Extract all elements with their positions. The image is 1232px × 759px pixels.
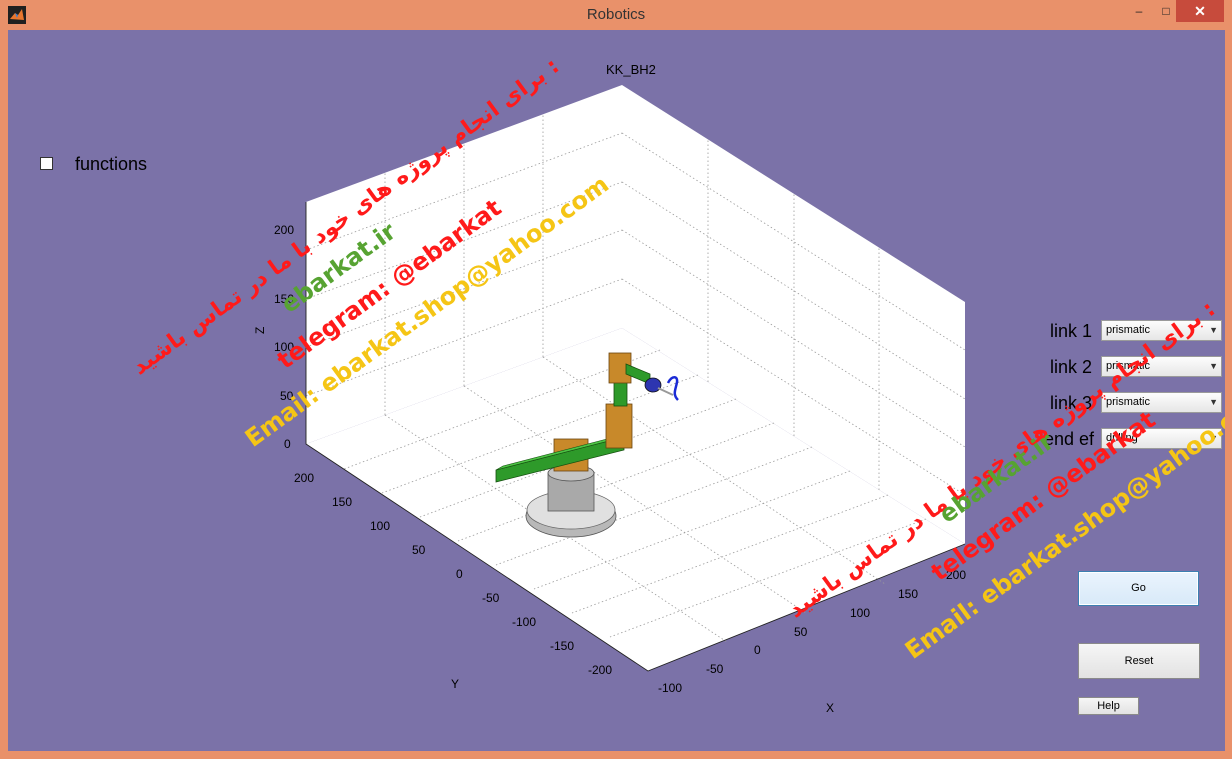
- close-button[interactable]: ✕: [1176, 0, 1224, 22]
- link-1-value: prismatic: [1106, 324, 1151, 336]
- minimize-button[interactable]: –: [1124, 0, 1154, 22]
- y-tick: 150: [332, 495, 352, 509]
- z-tick: 200: [274, 223, 294, 237]
- go-button[interactable]: Go: [1078, 571, 1199, 606]
- title-bar[interactable]: Robotics – □ ✕: [0, 0, 1232, 30]
- y-axis-label: Y: [451, 677, 459, 691]
- y-tick: 50: [412, 543, 426, 557]
- x-tick: 150: [898, 587, 918, 601]
- x-tick: 0: [754, 643, 761, 657]
- link-2-label: link 2: [1050, 357, 1093, 377]
- chevron-down-icon: ▼: [1209, 397, 1218, 407]
- help-button[interactable]: Help: [1078, 697, 1139, 715]
- y-tick: 200: [294, 471, 314, 485]
- y-tick: -100: [512, 615, 536, 629]
- robot-3d-plot[interactable]: 0 50 100 150 200 200 150 100 50 0 -50 -1…: [8, 30, 1225, 751]
- y-tick: -150: [550, 639, 574, 653]
- x-tick: 100: [850, 606, 870, 620]
- x-axis-label: X: [826, 701, 834, 715]
- link-1-label: link 1: [1050, 321, 1093, 341]
- x-tick: -50: [706, 662, 724, 676]
- y-tick: -200: [588, 663, 612, 677]
- robot-end-effector: [644, 377, 662, 393]
- x-tick: 50: [794, 625, 808, 639]
- figure-canvas: functions KK_BH2 0 50 100 150 200 200 15…: [8, 30, 1225, 751]
- app-window: Robotics – □ ✕ functions KK_BH2 0 50 100…: [0, 0, 1232, 759]
- x-tick: -100: [658, 681, 682, 695]
- y-tick: 100: [370, 519, 390, 533]
- z-tick: 0: [284, 437, 291, 451]
- chevron-down-icon: ▼: [1209, 361, 1218, 371]
- window-title: Robotics: [586, 6, 646, 23]
- y-tick: -50: [482, 591, 500, 605]
- robot-joint-2: [605, 403, 633, 449]
- y-tick: 0: [456, 567, 463, 581]
- link-3-select[interactable]: prismatic ▼: [1101, 392, 1222, 413]
- z-axis-label: Z: [253, 327, 267, 334]
- chevron-down-icon: ▼: [1209, 325, 1218, 335]
- reset-button[interactable]: Reset: [1078, 643, 1200, 679]
